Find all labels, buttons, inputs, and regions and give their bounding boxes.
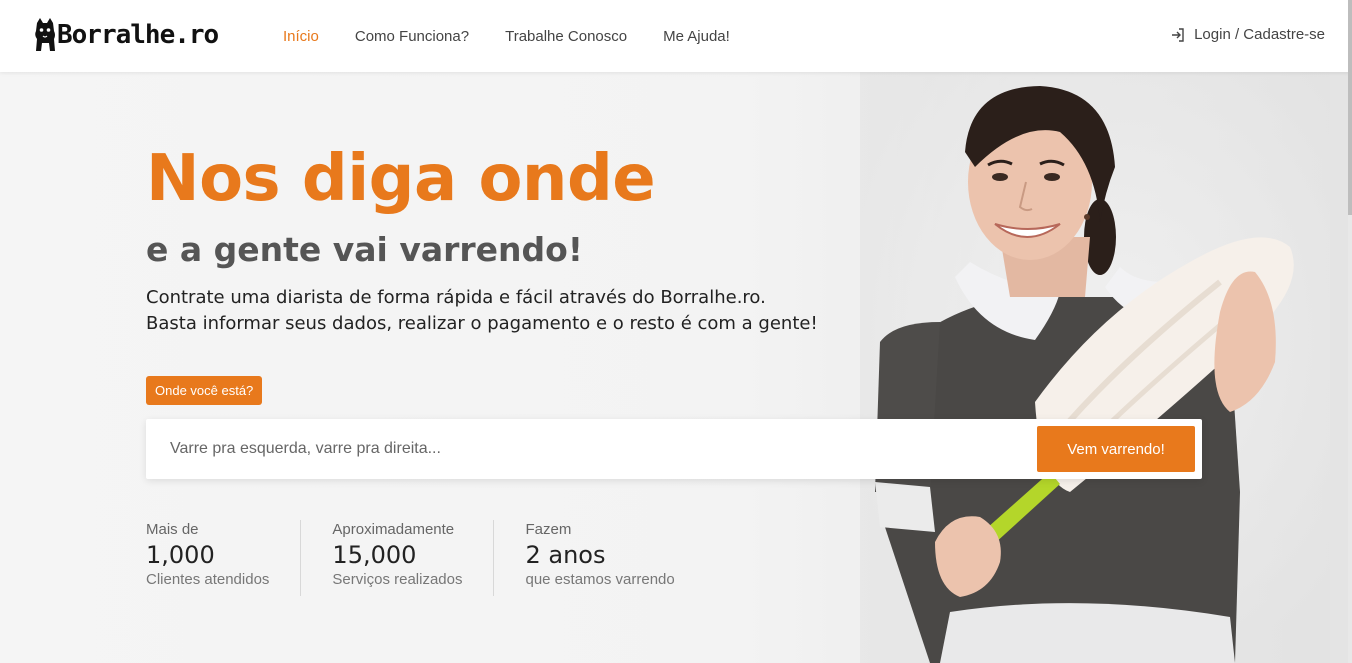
nav-link-trabalhe-conosco[interactable]: Trabalhe Conosco bbox=[505, 28, 627, 45]
stat-prefix: Mais de bbox=[146, 521, 199, 538]
hero-description-line-2: Basta informar seus dados, realizar o pa… bbox=[146, 313, 818, 334]
stat-prefix: Aproximadamente bbox=[332, 521, 455, 538]
cat-icon bbox=[35, 18, 55, 51]
hero-image-cleaner bbox=[860, 72, 1330, 663]
stat-value: 2 anos bbox=[525, 541, 606, 569]
address-search-input[interactable] bbox=[146, 419, 1026, 479]
stat-clients: Mais de 1,000 Clientes atendidos bbox=[146, 520, 302, 596]
stat-value: 15,000 bbox=[332, 541, 417, 569]
stat-years: Fazem 2 anos que estamos varrendo bbox=[525, 520, 705, 596]
stat-value: 1,000 bbox=[146, 541, 215, 569]
nav-link-me-ajuda[interactable]: Me Ajuda! bbox=[663, 28, 730, 45]
nav-link-como-funciona[interactable]: Como Funciona? bbox=[355, 28, 469, 45]
location-badge: Onde você está? bbox=[146, 376, 263, 405]
stat-services: Aproximadamente 15,000 Serviços realizad… bbox=[332, 520, 495, 596]
hero-description: Contrate uma diarista de forma rápida e … bbox=[146, 285, 818, 337]
stat-caption: Serviços realizados bbox=[332, 571, 463, 588]
stat-caption: que estamos varrendo bbox=[525, 571, 675, 588]
hero-description-line-1: Contrate uma diarista de forma rápida e … bbox=[146, 287, 766, 308]
main-nav: Início Como Funciona? Trabalhe Conosco M… bbox=[265, 0, 748, 72]
hero-title: Nos diga onde bbox=[146, 142, 656, 216]
hero-section: Nos diga onde e a gente vai varrendo! Co… bbox=[0, 72, 1352, 663]
stats-row: Mais de 1,000 Clientes atendidos Aproxim… bbox=[146, 520, 737, 596]
stat-prefix: Fazem bbox=[525, 521, 572, 538]
login-link[interactable]: Login / Cadastre-se bbox=[1170, 26, 1325, 43]
navbar: Borralhe.ro Início Como Funciona? Trabal… bbox=[0, 0, 1352, 72]
nav-link-inicio[interactable]: Início bbox=[283, 28, 319, 45]
hero-subtitle: e a gente vai varrendo! bbox=[146, 230, 583, 269]
address-search-box: Vem varrendo! bbox=[146, 419, 1202, 479]
login-label: Login / Cadastre-se bbox=[1194, 26, 1325, 43]
stat-caption: Clientes atendidos bbox=[146, 571, 270, 588]
page-scrollbar-thumb[interactable] bbox=[1348, 0, 1352, 215]
login-icon bbox=[1172, 27, 1184, 42]
search-submit-button[interactable]: Vem varrendo! bbox=[1037, 426, 1195, 472]
brand-logo[interactable]: Borralhe.ro bbox=[34, 15, 219, 55]
brand-name: Borralhe.ro bbox=[57, 20, 219, 50]
